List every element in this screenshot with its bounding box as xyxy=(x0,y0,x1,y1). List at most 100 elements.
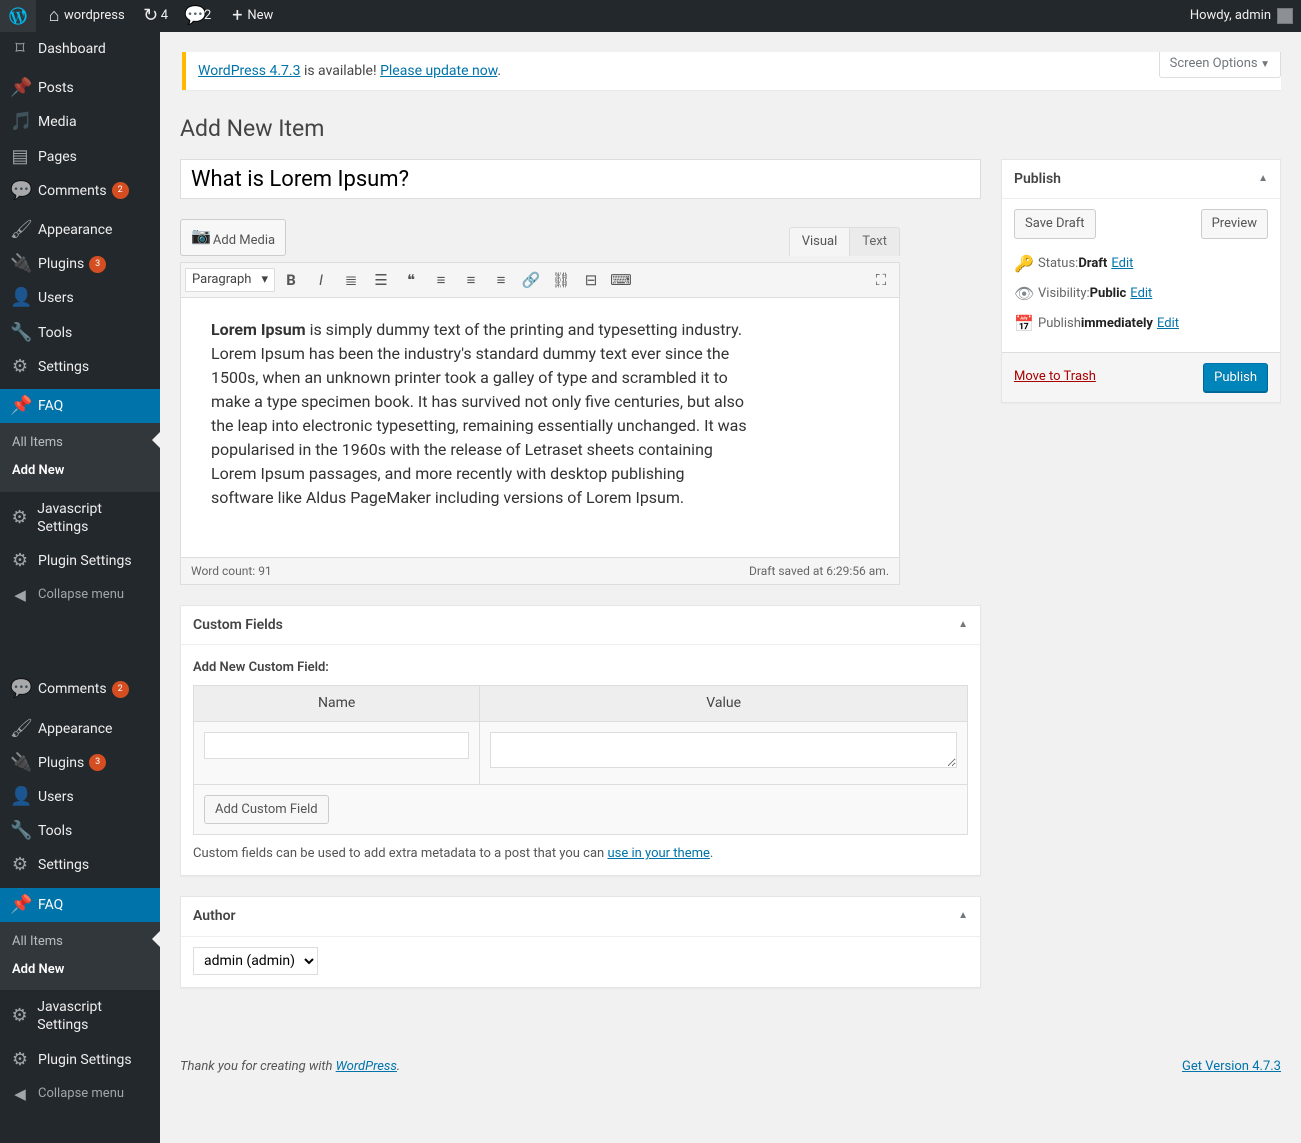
menu-settings[interactable]: ⚙Settings xyxy=(0,350,160,384)
plugin-icon: 🔌 xyxy=(10,255,30,273)
gear-icon: ⚙ xyxy=(10,509,29,527)
dashboard-icon: ⌑ xyxy=(10,40,30,58)
toggle-custom-fields[interactable]: ▲ xyxy=(958,616,968,634)
publish-box: Publish▲ Save Draft Preview 🔑Status: Dra… xyxy=(1001,159,1281,403)
menu-js-settings-2[interactable]: ⚙Javascript Settings xyxy=(0,990,160,1042)
edit-schedule-link[interactable]: Edit xyxy=(1157,315,1179,333)
submenu-all-items[interactable]: All Items xyxy=(0,429,160,457)
edit-visibility-link[interactable]: Edit xyxy=(1130,285,1152,303)
add-custom-field-button[interactable]: Add Custom Field xyxy=(204,795,329,825)
updates-link[interactable]: ↻4 xyxy=(133,0,176,32)
site-name-link[interactable]: ⌂wordpress xyxy=(36,0,133,32)
menu-comments[interactable]: 💬Comments2 xyxy=(0,174,160,208)
update-icon: ↻ xyxy=(141,7,161,25)
collapse-menu[interactable]: ◀Collapse menu xyxy=(0,578,160,612)
blockquote-button[interactable]: ❝ xyxy=(397,266,425,294)
menu-comments-2[interactable]: 💬Comments2 xyxy=(0,672,160,706)
menu-faq-2[interactable]: 📌FAQ xyxy=(0,888,160,922)
cf-value-header: Value xyxy=(480,686,968,721)
align-right-button[interactable]: ≡ xyxy=(487,266,515,294)
screen-options-toggle[interactable]: Screen Options xyxy=(1159,52,1281,78)
wrench-icon: 🔧 xyxy=(10,324,30,342)
update-now-link[interactable]: Please update now xyxy=(380,63,497,79)
editor-content[interactable]: Lorem Ipsum is simply dummy text of the … xyxy=(180,298,900,558)
eye-icon: 👁 xyxy=(1014,285,1034,303)
pin-icon: 📌 xyxy=(10,397,30,415)
footer-wp-link[interactable]: WordPress xyxy=(336,1059,397,1074)
submenu-add-new-2[interactable]: Add New xyxy=(0,956,160,984)
menu-plugin-settings[interactable]: ⚙Plugin Settings xyxy=(0,544,160,578)
bullet-list-button[interactable]: ≣ xyxy=(337,266,365,294)
cf-name-input[interactable] xyxy=(204,732,469,759)
submenu-all-items-2[interactable]: All Items xyxy=(0,928,160,956)
link-button[interactable]: 🔗 xyxy=(517,266,545,294)
fullscreen-button[interactable]: ⛶ xyxy=(867,266,895,294)
collapse-menu-2[interactable]: ◀Collapse menu xyxy=(0,1077,160,1111)
avatar xyxy=(1277,8,1293,24)
pin-icon: 📌 xyxy=(10,896,30,914)
my-account[interactable]: Howdy, admin xyxy=(1182,0,1301,32)
new-content-link[interactable]: +New xyxy=(219,0,281,32)
collapse-icon: ◀ xyxy=(10,586,30,604)
update-nag: WordPress 4.7.3 is available! Please upd… xyxy=(182,52,1281,90)
admin-menu: ⌑Dashboard 📌Posts 🎵Media ▤Pages 💬Comment… xyxy=(0,32,160,1143)
more-button[interactable]: ⊟ xyxy=(577,266,605,294)
author-title: Author xyxy=(193,907,236,925)
admin-bar: ⌂wordpress ↻4 💬2 +New Howdy, admin xyxy=(0,0,1301,32)
update-version-link[interactable]: WordPress 4.7.3 xyxy=(198,63,300,79)
menu-appearance[interactable]: 🖌Appearance xyxy=(0,213,160,247)
toggle-author[interactable]: ▲ xyxy=(958,907,968,925)
save-draft-button[interactable]: Save Draft xyxy=(1014,209,1096,239)
menu-js-settings[interactable]: ⚙Javascript Settings xyxy=(0,492,160,544)
wp-logo[interactable] xyxy=(0,0,36,32)
edit-status-link[interactable]: Edit xyxy=(1111,255,1133,273)
preview-button[interactable]: Preview xyxy=(1201,209,1268,239)
format-select[interactable]: Paragraph▾ xyxy=(185,268,275,292)
comments-badge: 2 xyxy=(112,182,129,199)
footer-version-link[interactable]: Get Version 4.7.3 xyxy=(1182,1058,1281,1076)
settings-icon: ⚙ xyxy=(10,856,30,874)
menu-plugins-2[interactable]: 🔌Plugins3 xyxy=(0,746,160,780)
wordpress-icon xyxy=(9,7,27,25)
move-to-trash-link[interactable]: Move to Trash xyxy=(1014,368,1096,386)
submenu-add-new[interactable]: Add New xyxy=(0,457,160,485)
author-select[interactable]: admin (admin) xyxy=(193,947,318,975)
italic-button[interactable]: I xyxy=(307,266,335,294)
menu-settings-2[interactable]: ⚙Settings xyxy=(0,848,160,882)
unlink-button[interactable]: ⛓ xyxy=(547,266,575,294)
menu-appearance-2[interactable]: 🖌Appearance xyxy=(0,712,160,746)
post-title-input[interactable] xyxy=(180,159,981,199)
tab-text[interactable]: Text xyxy=(850,227,900,256)
pin-icon: 📌 xyxy=(10,79,30,97)
menu-tools[interactable]: 🔧Tools xyxy=(0,316,160,350)
cf-name-header: Name xyxy=(194,686,480,721)
align-center-button[interactable]: ≡ xyxy=(457,266,485,294)
tab-visual[interactable]: Visual xyxy=(789,227,851,256)
menu-users-2[interactable]: 👤Users xyxy=(0,780,160,814)
numbered-list-button[interactable]: ☰ xyxy=(367,266,395,294)
footer: Thank you for creating with WordPress. G… xyxy=(160,1048,1301,1086)
align-left-button[interactable]: ≡ xyxy=(427,266,455,294)
menu-plugins[interactable]: 🔌Plugins3 xyxy=(0,247,160,281)
plus-icon: + xyxy=(227,7,247,25)
menu-posts[interactable]: 📌Posts xyxy=(0,71,160,105)
toolbar-toggle-button[interactable]: ⌨ xyxy=(607,266,635,294)
page-title: Add New Item xyxy=(180,105,1281,147)
add-media-button[interactable]: 📷Add Media xyxy=(180,219,286,256)
menu-dashboard[interactable]: ⌑Dashboard xyxy=(0,32,160,66)
cf-value-input[interactable] xyxy=(490,732,957,768)
menu-media[interactable]: 🎵Media xyxy=(0,105,160,139)
editor-toolbar: Paragraph▾ B I ≣ ☰ ❝ ≡ ≡ ≡ 🔗 ⛓ ⊟ ⌨ xyxy=(180,262,900,298)
menu-users[interactable]: 👤Users xyxy=(0,281,160,315)
settings-icon: ⚙ xyxy=(10,358,30,376)
menu-faq[interactable]: 📌FAQ xyxy=(0,389,160,423)
menu-tools-2[interactable]: 🔧Tools xyxy=(0,814,160,848)
publish-button[interactable]: Publish xyxy=(1203,363,1268,393)
menu-plugin-settings-2[interactable]: ⚙Plugin Settings xyxy=(0,1043,160,1077)
toggle-publish[interactable]: ▲ xyxy=(1258,170,1268,188)
brush-icon: 🖌 xyxy=(10,720,30,738)
cf-help-link[interactable]: use in your theme xyxy=(607,846,709,861)
comments-link[interactable]: 💬2 xyxy=(176,0,219,32)
menu-pages[interactable]: ▤Pages xyxy=(0,140,160,174)
bold-button[interactable]: B xyxy=(277,266,305,294)
